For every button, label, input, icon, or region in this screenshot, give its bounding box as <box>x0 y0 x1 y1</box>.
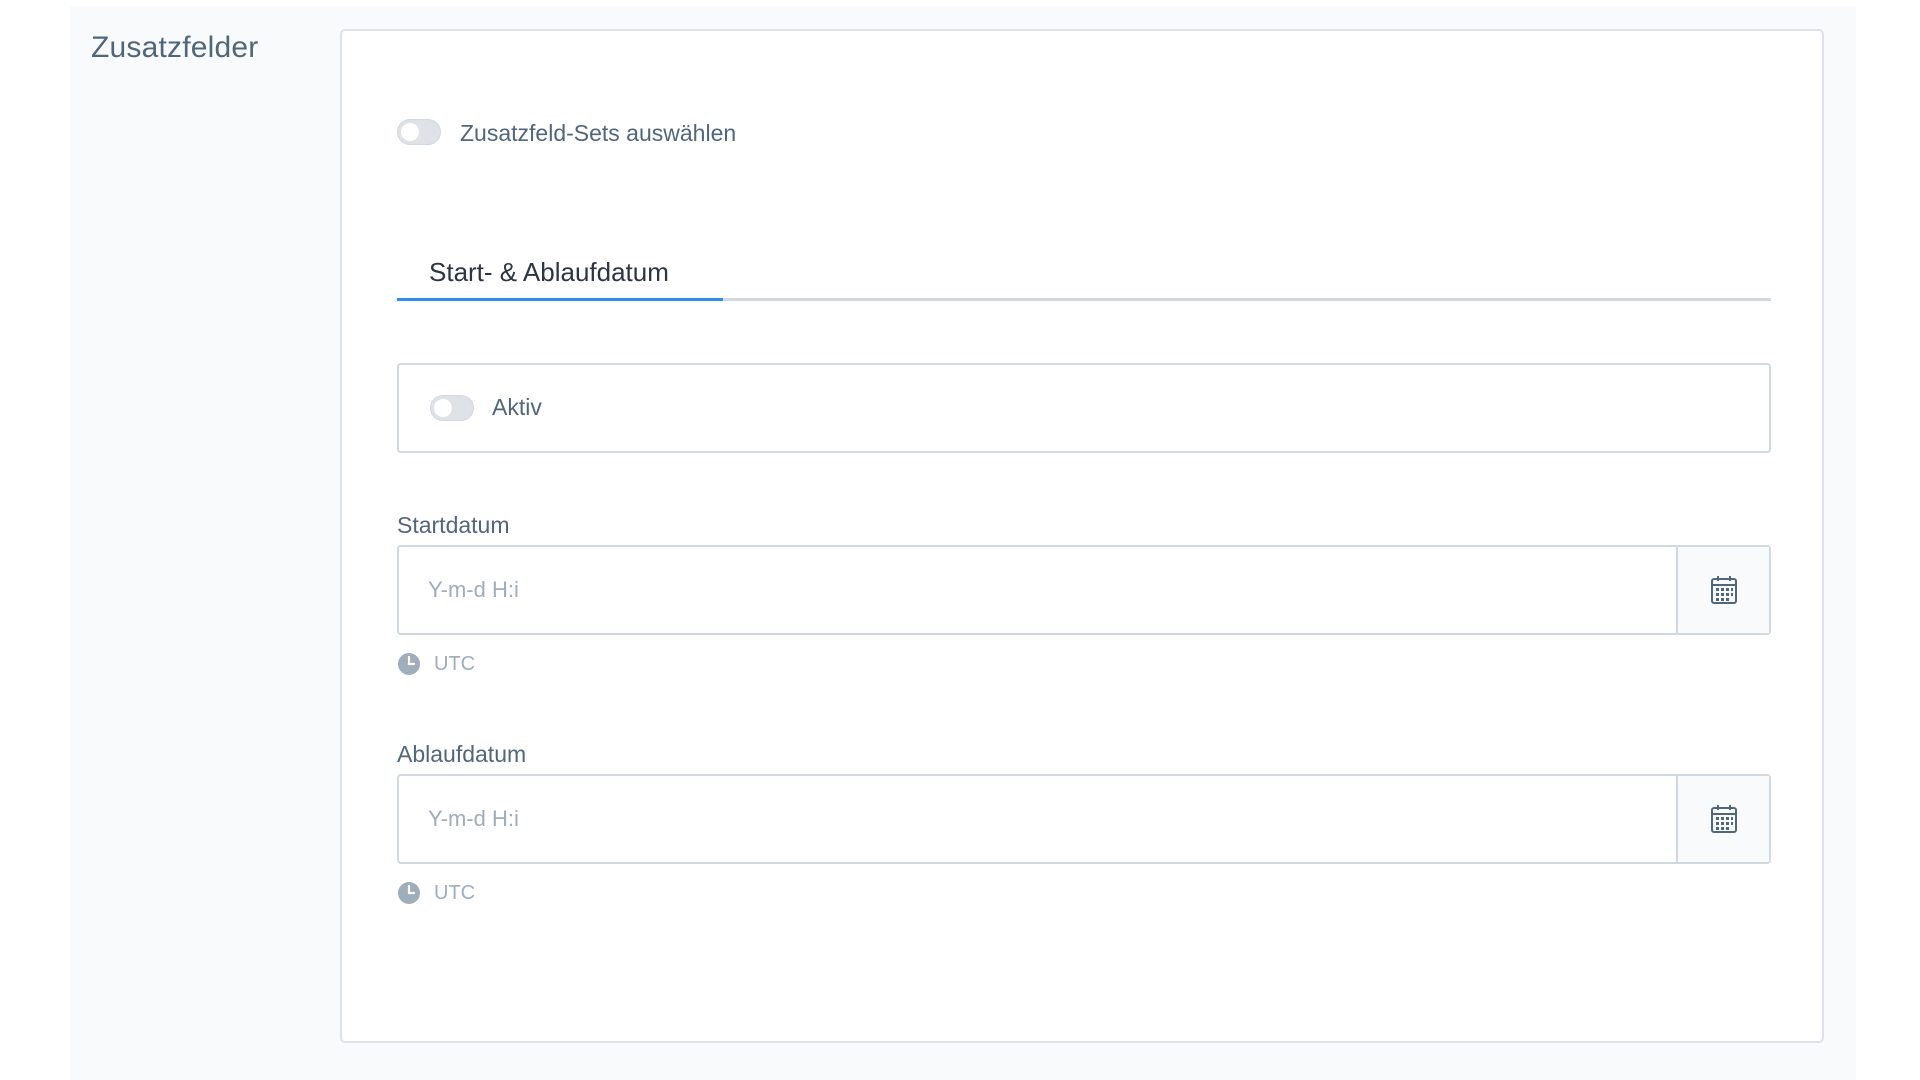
active-toggle[interactable] <box>430 395 474 421</box>
toggle-knob <box>434 399 452 417</box>
end-date-calendar-button[interactable] <box>1676 776 1769 862</box>
start-date-label: Startdatum <box>397 512 510 538</box>
start-date-field <box>397 545 1771 635</box>
end-date-input[interactable] <box>399 776 1678 862</box>
section-title: Zusatzfelder <box>91 31 259 64</box>
start-date-timezone: UTC <box>434 653 476 675</box>
calendar-icon <box>1710 805 1737 833</box>
active-toggle-label: Aktiv <box>492 394 542 420</box>
tab-active-indicator <box>397 298 723 301</box>
calendar-icon <box>1710 576 1737 604</box>
end-date-label: Ablaufdatum <box>397 741 527 767</box>
tab-start-expiry-date[interactable]: Start- & Ablaufdatum <box>429 257 669 288</box>
start-date-calendar-button[interactable] <box>1676 547 1769 633</box>
start-date-input[interactable] <box>399 547 1678 633</box>
active-toggle-box: Aktiv <box>397 363 1771 453</box>
custom-field-sets-label: Zusatzfeld-Sets auswählen <box>460 120 737 146</box>
toggle-knob <box>401 123 419 141</box>
custom-field-sets-toggle[interactable] <box>397 119 441 145</box>
tab-bar: Start- & Ablaufdatum <box>397 241 1771 301</box>
end-date-timezone: UTC <box>434 882 476 904</box>
custom-fields-card: Zusatzfeld-Sets auswählen Start- & Ablau… <box>340 29 1824 1043</box>
clock-icon <box>398 882 420 904</box>
clock-icon <box>398 653 420 675</box>
end-date-field <box>397 774 1771 864</box>
